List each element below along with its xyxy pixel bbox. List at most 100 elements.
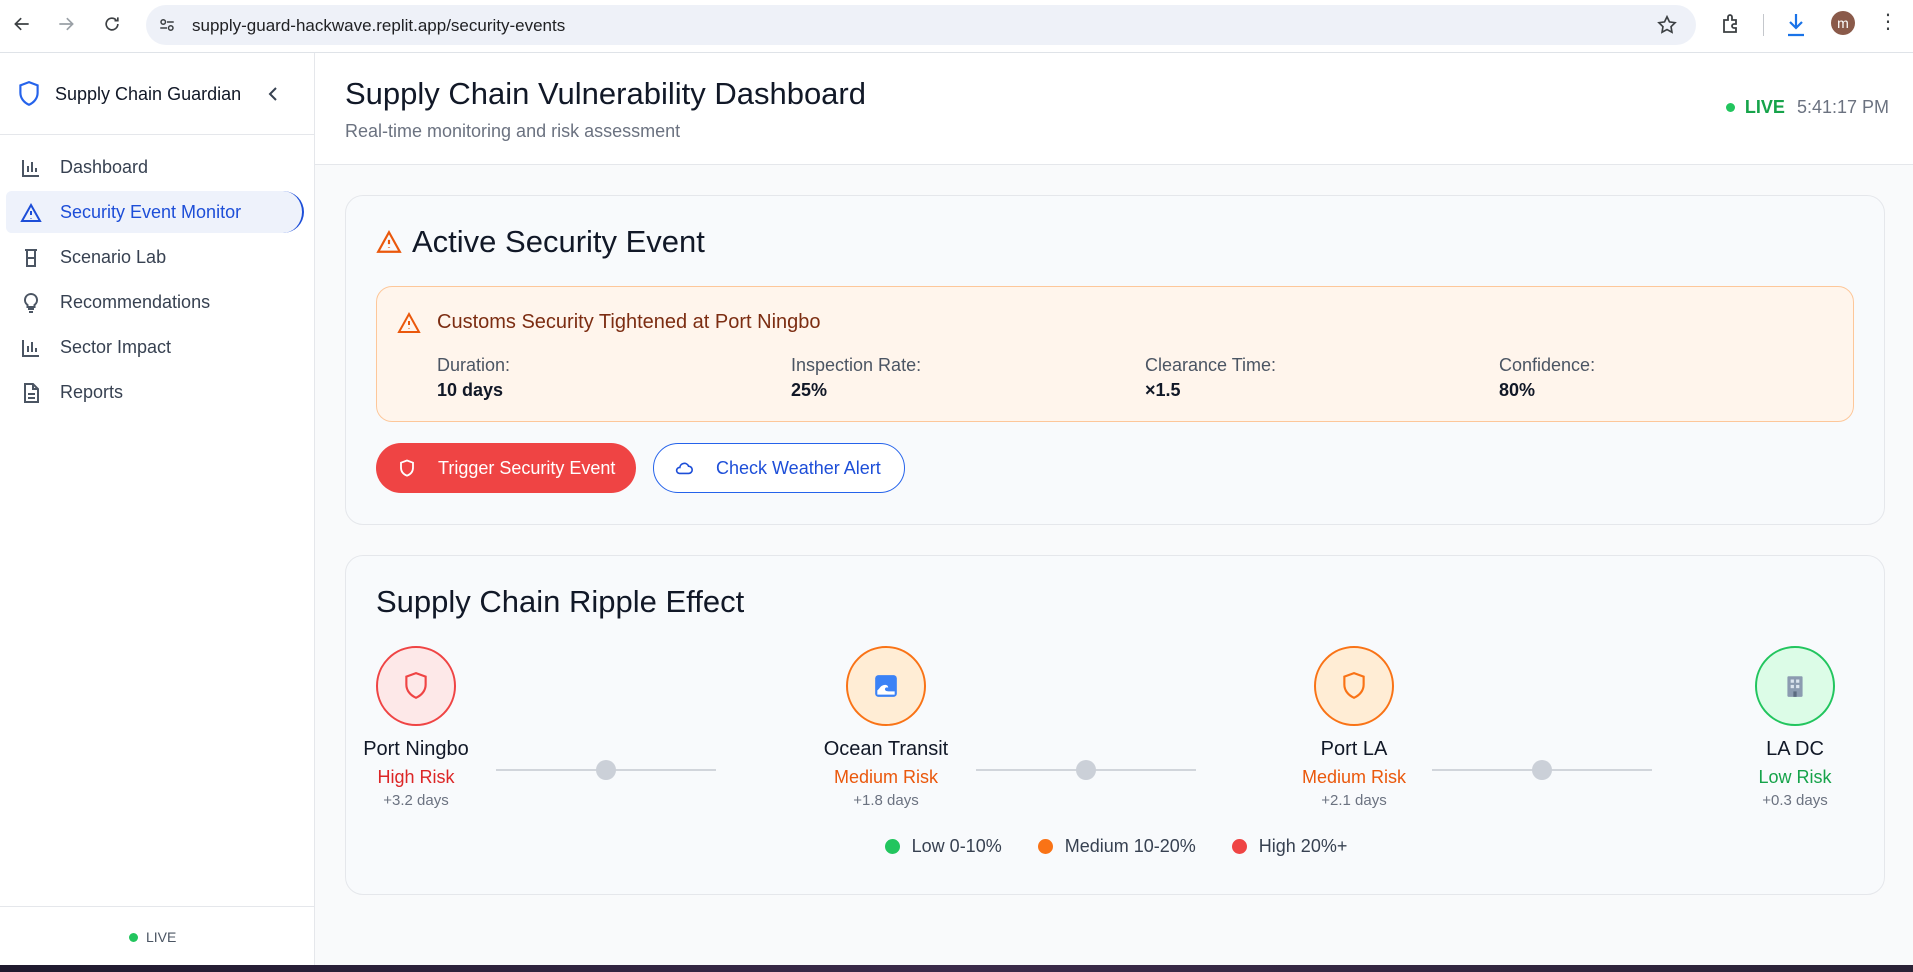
trigger-security-event-button[interactable]: Trigger Security Event: [376, 443, 636, 493]
metric-value: 80%: [1499, 380, 1536, 400]
profile-avatar[interactable]: m: [1831, 11, 1855, 35]
connector-line: [976, 760, 1196, 780]
sidebar-item-label: Security Event Monitor: [60, 202, 242, 222]
metric-label: Duration:: [437, 355, 511, 375]
legend-label: Medium 10-20%: [1064, 836, 1196, 856]
legend-label: High 20%+: [1258, 836, 1348, 856]
address-bar[interactable]: supply-guard-hackwave.replit.app/securit…: [146, 5, 1696, 45]
card-title: Supply Chain Ripple Effect: [376, 584, 744, 620]
url-text[interactable]: supply-guard-hackwave.replit.app/securit…: [192, 16, 565, 36]
node-delay: +1.8 days: [853, 792, 919, 809]
legend-dot-icon: [1231, 839, 1247, 854]
lightbulb-icon: [23, 292, 39, 313]
alert-triangle-icon: [20, 202, 42, 222]
ripple-effect-card: Supply Chain Ripple Effect Port Ningbo H…: [345, 555, 1885, 895]
shield-logo-icon: [19, 81, 39, 106]
main-content: Active Security Event Customs Security T…: [315, 165, 1913, 965]
site-info-icon[interactable]: [158, 16, 176, 34]
browser-toolbar: supply-guard-hackwave.replit.app/securit…: [0, 0, 1913, 53]
node-port-ningbo[interactable]: Port Ningbo High Risk +3.2 days: [331, 646, 501, 809]
page-subtitle: Real-time monitoring and risk assessment: [345, 121, 681, 141]
node-name: Ocean Transit: [823, 738, 949, 760]
node-name: Port Ningbo: [363, 738, 469, 760]
metric-value: 10 days: [437, 380, 504, 400]
sidebar-item-security-event-monitor[interactable]: Security Event Monitor: [6, 191, 304, 233]
legend-item-low: Low 0-10%: [884, 836, 1002, 857]
event-details-box: Customs Security Tightened at Port Ningb…: [376, 286, 1854, 422]
connector-knob: [1532, 760, 1552, 780]
metric-value: 25%: [791, 380, 828, 400]
page-title: Supply Chain Vulnerability Dashboard: [345, 76, 866, 111]
sidebar-item-label: Recommendations: [60, 292, 211, 312]
node-port-la[interactable]: Port LA Medium Risk +2.1 days: [1269, 646, 1439, 809]
app-title: Supply Chain Guardian: [55, 84, 242, 104]
node-risk: Low Risk: [1758, 767, 1832, 787]
weather-button-label: Check Weather Alert: [716, 457, 881, 478]
sidebar-item-reports[interactable]: Reports: [6, 371, 304, 413]
legend-dot-icon: [1037, 839, 1053, 854]
forward-icon[interactable]: [56, 12, 76, 36]
legend-label: Low 0-10%: [911, 836, 1002, 856]
connector-knob: [596, 760, 616, 780]
legend-item-high: High 20%+: [1231, 836, 1348, 857]
back-icon[interactable]: [12, 12, 32, 36]
connector-knob: [1076, 760, 1096, 780]
metric-inspection-rate: Inspection Rate: 25%: [791, 355, 921, 401]
card-title: Active Security Event: [376, 224, 705, 260]
metric-label: Inspection Rate:: [791, 355, 922, 375]
toolbar-divider: [1763, 14, 1764, 36]
metric-confidence: Confidence: 80%: [1499, 355, 1595, 401]
sidebar-item-recommendations[interactable]: Recommendations: [6, 281, 304, 323]
node-ocean-transit[interactable]: Ocean Transit Medium Risk +1.8 days: [801, 646, 971, 809]
live-clock: LIVE 5:41:17 PM: [1725, 97, 1889, 118]
sidebar-item-label: Sector Impact: [60, 337, 172, 357]
node-name: Port LA: [1320, 738, 1388, 760]
sidebar-item-label: Reports: [60, 382, 124, 402]
risk-legend: Low 0-10% Medium 10-20% High 20%+: [346, 836, 1886, 857]
node-circle: [1755, 646, 1835, 726]
bar-chart-icon: [22, 160, 39, 177]
beaker-icon: [25, 249, 37, 267]
metric-label: Confidence:: [1499, 355, 1596, 375]
bar-chart-icon: [22, 340, 39, 357]
sidebar-item-sector-impact[interactable]: Sector Impact: [6, 326, 304, 368]
sidebar-item-scenario-lab[interactable]: Scenario Lab: [6, 236, 304, 278]
live-dot-icon: [129, 932, 138, 942]
metric-duration: Duration: 10 days: [437, 355, 510, 401]
sidebar-header: Supply Chain Guardian: [0, 53, 314, 135]
shield-icon: [405, 672, 427, 699]
building-icon: [1787, 676, 1803, 697]
bookmark-star-icon[interactable]: [1656, 14, 1678, 36]
node-delay: +2.1 days: [1321, 792, 1387, 809]
connector-line: [1432, 760, 1652, 780]
shield-icon: [1343, 672, 1365, 699]
sidebar-item-dashboard[interactable]: Dashboard: [6, 146, 304, 188]
more-menu-icon[interactable]: ⋮: [1878, 12, 1898, 36]
alert-triangle-icon: [376, 230, 402, 253]
download-icon[interactable]: [1784, 11, 1808, 39]
check-weather-alert-button[interactable]: Check Weather Alert: [653, 443, 905, 493]
metric-label: Clearance Time:: [1145, 355, 1277, 375]
current-time: 5:41:17 PM: [1796, 97, 1889, 117]
connector-line: [496, 760, 716, 780]
node-circle: [1314, 646, 1394, 726]
trigger-button-label: Trigger Security Event: [438, 457, 616, 478]
node-risk: Medium Risk: [833, 767, 939, 787]
extensions-icon[interactable]: [1719, 12, 1743, 36]
sidebar: Supply Chain Guardian Dashboard Security…: [0, 53, 315, 965]
collapse-sidebar-icon[interactable]: [264, 84, 282, 104]
reload-icon[interactable]: [102, 12, 122, 36]
cloud-icon: [675, 462, 693, 475]
metric-clearance-time: Clearance Time: ×1.5: [1145, 355, 1276, 401]
node-circle: [846, 646, 926, 726]
shield-icon: [400, 459, 414, 477]
node-la-dc[interactable]: LA DC Low Risk +0.3 days: [1710, 646, 1880, 809]
legend-item-medium: Medium 10-20%: [1037, 836, 1196, 857]
live-label: LIVE: [1744, 97, 1785, 117]
legend-dot-icon: [884, 839, 900, 854]
wave-icon: [875, 675, 897, 697]
active-security-event-card: Active Security Event Customs Security T…: [345, 195, 1885, 525]
os-taskbar-edge: [0, 965, 1913, 972]
sidebar-footer-divider: [0, 906, 314, 907]
sidebar-item-label: Scenario Lab: [60, 247, 167, 267]
